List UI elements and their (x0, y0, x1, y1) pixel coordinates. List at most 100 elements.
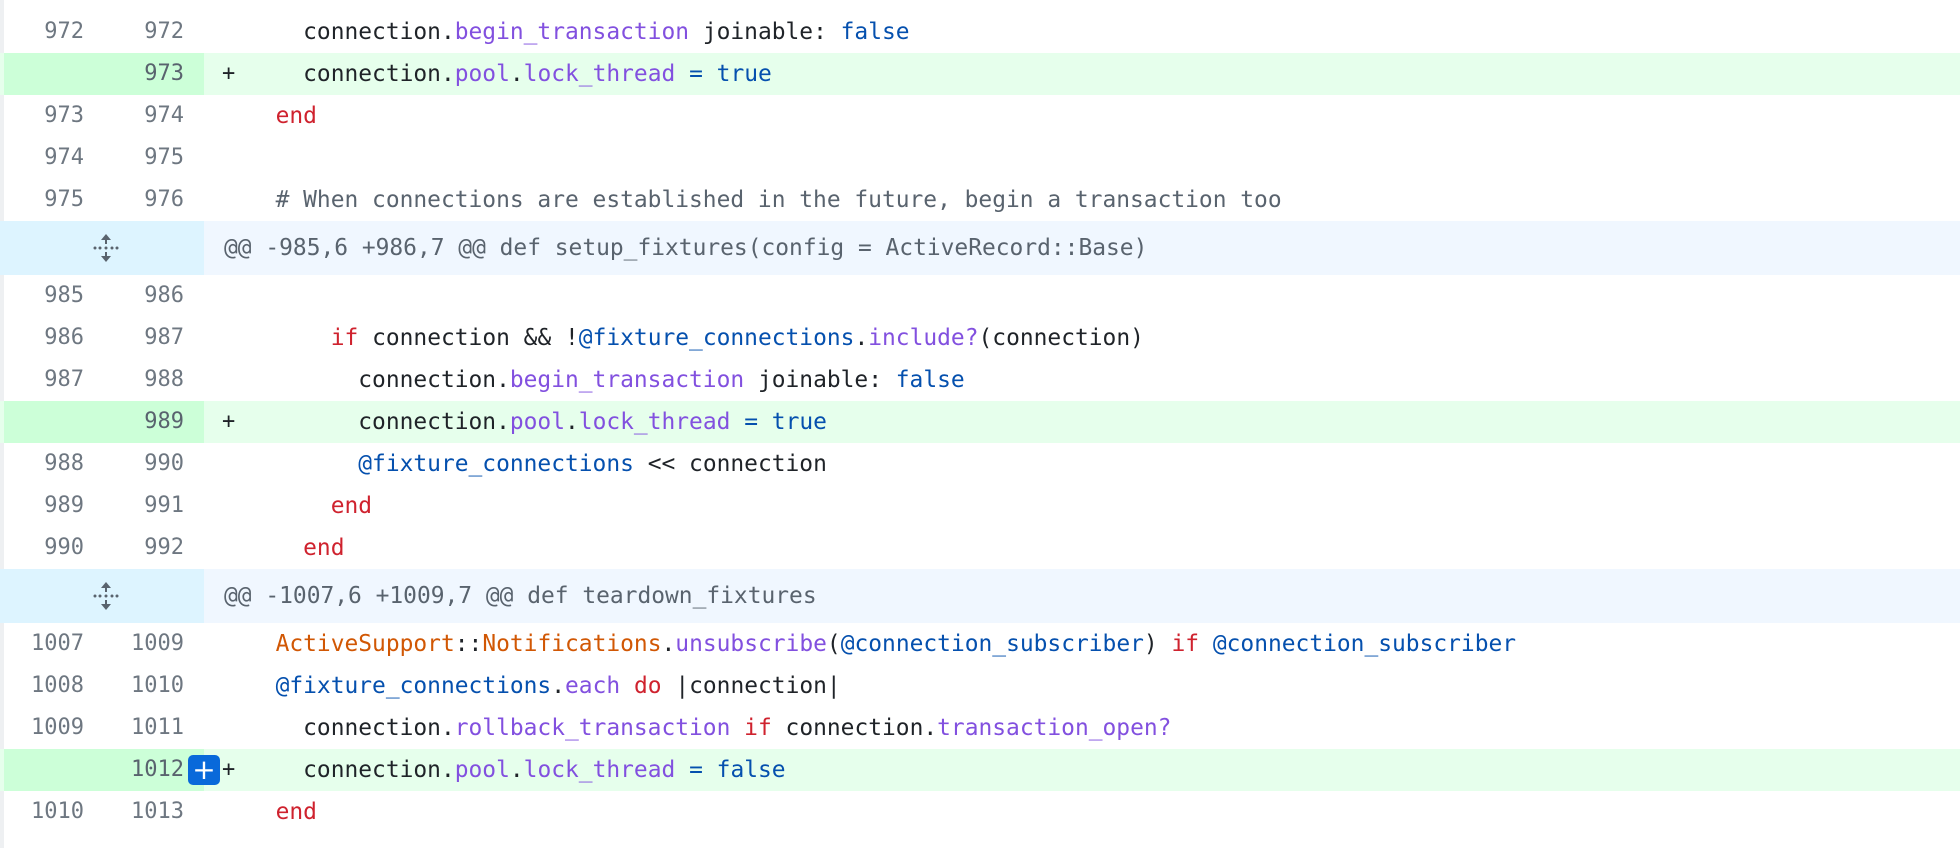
code-token: = (689, 61, 703, 87)
code-token: if (744, 715, 772, 741)
code-token: begin_transaction (509, 367, 745, 393)
new-line-number[interactable]: 974 (104, 95, 184, 137)
code-text: if connection && !@fixture_connections.i… (248, 317, 1144, 359)
code-token: if (330, 325, 359, 351)
code-token: connection. (248, 367, 510, 393)
diff-add-marker: + (222, 409, 236, 434)
old-line-number[interactable]: 988 (4, 443, 84, 485)
new-line-number[interactable]: 973 (104, 53, 184, 95)
code-token: lock_thread (578, 409, 731, 435)
code-text: connection.rollback_transaction if conne… (248, 707, 1171, 749)
code-text: connection.begin_transaction joinable: f… (248, 11, 909, 53)
new-line-number[interactable]: 987 (104, 317, 184, 359)
context-line: 986 987 if connection && !@fixture_connec… (0, 317, 1960, 359)
context-line: 1007 1009 ActiveSupport::Notifications.un… (0, 623, 1960, 665)
new-line-number[interactable]: 990 (104, 443, 184, 485)
old-line-number[interactable]: 974 (4, 137, 84, 179)
code-token: @fixture_connections (275, 673, 552, 699)
hunk-header-text: @@ -985,6 +986,7 @@ def setup_fixtures(c… (224, 235, 1148, 261)
code-token: false (895, 367, 965, 393)
code-text: end (248, 95, 317, 137)
old-line-number[interactable]: 989 (4, 485, 84, 527)
new-line-number[interactable]: 986 (104, 275, 184, 317)
new-line-number[interactable]: 1012 (104, 749, 184, 791)
old-line-number[interactable] (4, 53, 84, 95)
code-token: unsubscribe (675, 631, 827, 657)
old-line-number[interactable] (4, 401, 84, 443)
new-line-number[interactable]: 992 (104, 527, 184, 569)
code-token: = (744, 409, 758, 435)
old-line-number[interactable]: 975 (4, 179, 84, 221)
new-line-number[interactable]: 1010 (104, 665, 184, 707)
code-token: Notifications (482, 631, 662, 657)
code-text: connection.pool.lock_thread = true (248, 53, 772, 95)
old-line-number[interactable]: 986 (4, 317, 84, 359)
code-token: = (689, 757, 703, 783)
old-line-number[interactable]: 1010 (4, 791, 84, 833)
hunk-header: @@ -1007,6 +1009,7 @@ def teardown_fixtu… (0, 569, 1960, 623)
diff-view: 972 972 connection.begin_transaction join… (0, 0, 1960, 848)
code-token: end (330, 493, 373, 519)
code-token: false (716, 757, 786, 783)
code-token: . (551, 673, 566, 699)
code-text: end (248, 485, 372, 527)
new-line-number[interactable]: 1011 (104, 707, 184, 749)
code-token: end (275, 103, 317, 129)
new-line-number[interactable]: 991 (104, 485, 184, 527)
code-text: end (248, 791, 317, 833)
code-token: rollback_transaction (454, 715, 731, 741)
old-line-number[interactable]: 990 (4, 527, 84, 569)
old-line-number[interactable]: 987 (4, 359, 84, 401)
code-token: :: (454, 631, 483, 657)
old-line-number[interactable]: 1009 (4, 707, 84, 749)
code-token: . (565, 409, 579, 435)
code-text: connection.begin_transaction joinable: f… (248, 359, 965, 401)
new-line-number[interactable]: 989 (104, 401, 184, 443)
new-line-number[interactable]: 976 (104, 179, 184, 221)
old-line-number[interactable]: 972 (4, 11, 84, 53)
code-token: include? (868, 325, 979, 351)
context-line: 1010 1013 end (0, 791, 1960, 833)
code-token: lock_thread (523, 757, 676, 783)
code-token: ActiveSupport (275, 631, 455, 657)
code-text: @fixture_connections << connection (248, 443, 827, 485)
code-text: end (248, 527, 344, 569)
old-line-number[interactable]: 1008 (4, 665, 84, 707)
new-line-number[interactable]: 972 (104, 11, 184, 53)
new-line-number[interactable]: 1013 (104, 791, 184, 833)
context-line: 973 974 end (0, 95, 1960, 137)
old-line-number[interactable]: 985 (4, 275, 84, 317)
old-line-number[interactable] (4, 749, 84, 791)
code-token: . (509, 757, 524, 783)
new-line-number[interactable]: 988 (104, 359, 184, 401)
code-text: @fixture_connections.each do |connection… (248, 665, 841, 707)
code-token: do (633, 673, 662, 699)
diff-add-marker: + (222, 61, 236, 86)
old-line-number[interactable]: 1007 (4, 623, 84, 665)
code-token: joinable: (744, 367, 896, 393)
expand-arrows-icon[interactable] (86, 582, 126, 610)
code-token: true (716, 61, 772, 87)
add-comment-button[interactable]: + (188, 755, 220, 785)
new-line-number[interactable]: 975 (104, 137, 184, 179)
code-text: connection.pool.lock_thread = true (248, 401, 827, 443)
old-line-number[interactable]: 973 (4, 95, 84, 137)
code-token: connection && ! (358, 325, 579, 351)
context-line: 975 976 # When connections are establishe… (0, 179, 1960, 221)
expand-arrows-icon[interactable] (86, 234, 126, 262)
new-line-number[interactable]: 1009 (104, 623, 184, 665)
code-token: pool (454, 61, 510, 87)
code-token: connection. (248, 715, 455, 741)
